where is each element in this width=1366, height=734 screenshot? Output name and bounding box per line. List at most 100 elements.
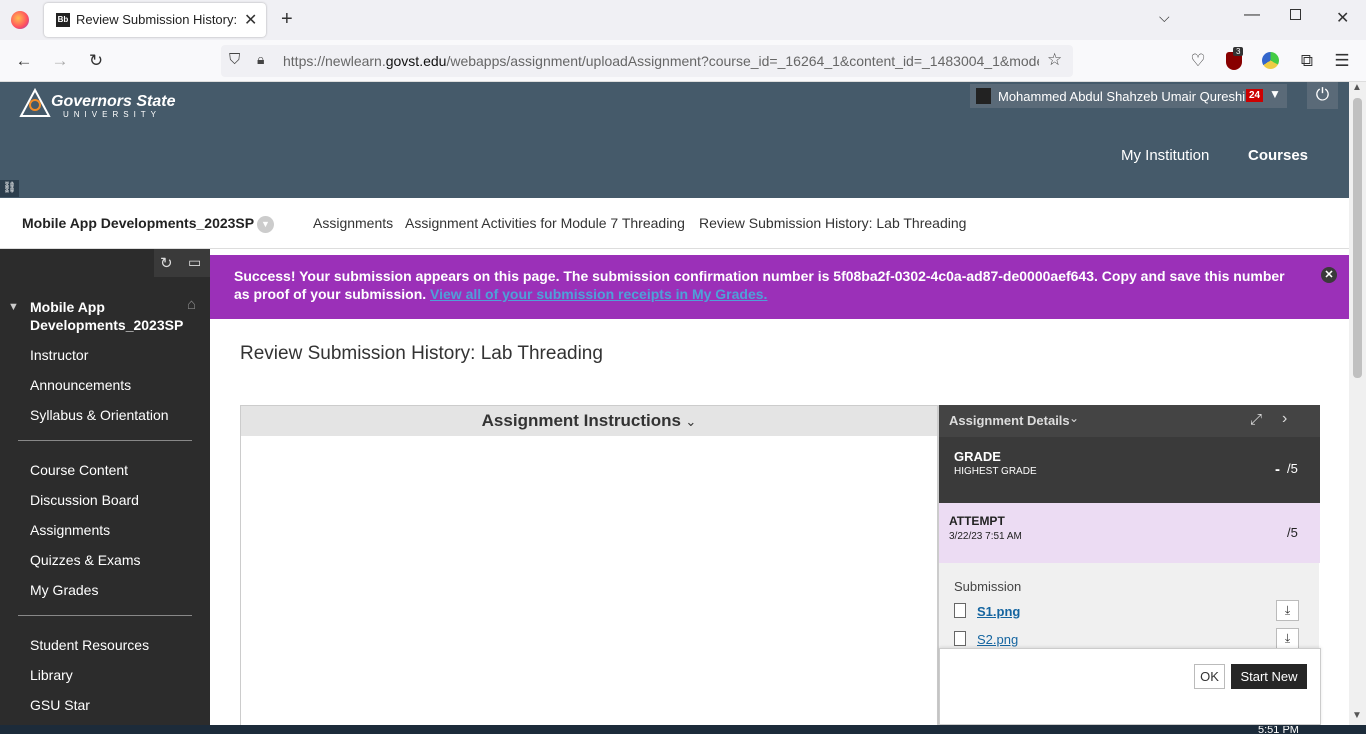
nav-my-institution[interactable]: My Institution <box>1121 147 1209 164</box>
start-new-button[interactable]: Start New <box>1231 664 1307 689</box>
sidebar-course-title[interactable]: Mobile App Developments_2023SP <box>30 298 183 334</box>
sidebar-item-student-resources[interactable]: Student Resources <box>30 637 149 653</box>
user-name: Mohammed Abdul Shahzeb Umair Qureshi <box>998 89 1246 104</box>
sidebar-item-course-content[interactable]: Course Content <box>30 462 128 478</box>
sidebar-item-library[interactable]: Library <box>30 667 73 683</box>
forward-icon[interactable]: → <box>48 51 72 71</box>
browser-tab-active[interactable]: Bb Review Submission History: Lab ✕ <box>44 3 266 37</box>
file-icon <box>954 603 966 618</box>
page-title: Review Submission History: Lab Threading <box>240 343 603 364</box>
caret-down-icon[interactable]: ▼ <box>1269 87 1281 101</box>
file-link-s1[interactable]: S1.png <box>977 604 1020 619</box>
tab-title: Review Submission History: Lab <box>76 12 236 27</box>
file-link-s2[interactable]: S2.png <box>977 632 1018 647</box>
grade-sublabel: HIGHEST GRADE <box>954 466 1037 477</box>
grade-label: GRADE <box>954 449 1001 464</box>
notification-badge[interactable]: 24 <box>1246 89 1264 102</box>
url-bar[interactable]: ⛉ 🔒︎ https://newlearn.govst.edu/webapps/… <box>221 45 1073 77</box>
file-icon <box>954 631 966 646</box>
extensions-puzzle-icon[interactable]: ⧉ <box>1295 51 1319 71</box>
sidebar-item-quizzes[interactable]: Quizzes & Exams <box>30 552 140 568</box>
scroll-up-icon[interactable]: ▲ <box>1352 82 1362 93</box>
taskbar-clock: 5:51 PM <box>1258 726 1299 734</box>
minimize-icon[interactable]: — <box>1244 6 1260 24</box>
attempt-date: 3/22/23 7:51 AM <box>949 531 1022 542</box>
restore-icon[interactable] <box>1290 9 1301 20</box>
download-icon[interactable]: ⤓ <box>1276 600 1299 621</box>
logout-button[interactable]: ⏻ <box>1307 82 1338 109</box>
nav-courses[interactable]: Courses <box>1248 147 1308 164</box>
sidebar-item-gsu-star[interactable]: GSU Star <box>30 697 90 713</box>
user-menu[interactable]: Mohammed Abdul Shahzeb Umair Qureshi 24 … <box>970 84 1287 108</box>
extension-icon[interactable] <box>1262 52 1279 69</box>
attempt-section[interactable]: ATTEMPT 3/22/23 7:51 AM /5 <box>939 503 1320 563</box>
instructions-label[interactable]: Assignment Instructions <box>482 411 681 430</box>
chevron-down-icon[interactable]: ⌄ <box>685 414 696 429</box>
main-content: Review Submission History: Lab Threading… <box>210 249 1349 725</box>
breadcrumb-item-current: Review Submission History: Lab Threading <box>699 215 967 231</box>
close-banner-icon[interactable]: ✕ <box>1321 267 1337 283</box>
sidebar-divider <box>18 440 192 441</box>
collapse-triangle-icon[interactable]: ▼ <box>8 301 19 313</box>
attempt-label: ATTEMPT <box>949 514 1005 528</box>
taskbar: 5:51 PM <box>0 725 1366 734</box>
logo-subtext: UNIVERSITY <box>63 110 162 119</box>
course-menu-icon[interactable]: ▼ <box>257 216 274 233</box>
new-tab-icon[interactable]: + <box>281 8 293 31</box>
instructions-panel: Assignment Instructions ⌄ <box>240 405 938 725</box>
list-tabs-icon[interactable]: ⌵ <box>1159 9 1170 26</box>
grade-max: /5 <box>1287 461 1298 476</box>
back-icon[interactable]: ← <box>12 51 36 71</box>
chevron-right-icon[interactable]: › <box>1282 410 1287 428</box>
sidebar-item-my-grades[interactable]: My Grades <box>30 582 98 598</box>
banner-receipts-link[interactable]: View all of your submission receipts in … <box>430 286 767 302</box>
logo-text[interactable]: Governors State <box>51 93 175 111</box>
instructions-header[interactable]: Assignment Instructions ⌄ <box>241 406 937 436</box>
menu-icon[interactable]: ☰ <box>1330 51 1354 71</box>
sidebar-item-assignments[interactable]: Assignments <box>30 522 110 538</box>
home-icon[interactable]: ⌂ <box>187 296 196 313</box>
sidebar-item-announcements[interactable]: Announcements <box>30 377 131 393</box>
lock-icon[interactable]: 🔒︎ <box>257 51 264 68</box>
grade-value: - <box>1275 461 1280 478</box>
close-window-icon[interactable]: ✕ <box>1336 8 1349 28</box>
shield-icon[interactable]: ⛉ <box>229 51 240 68</box>
sidebar-item-instructor[interactable]: Instructor <box>30 347 88 363</box>
course-menu: ↻ ▭ ▼ Mobile App Developments_2023SP ⌂ I… <box>0 249 210 725</box>
browser-tab-bar: Bb Review Submission History: Lab ✕ + ⌵ … <box>0 0 1366 40</box>
ext-badge: 3 <box>1233 47 1244 56</box>
page-scrollbar[interactable]: ▲ ▼ <box>1349 82 1366 725</box>
browser-nav-bar: ← → ↻ ⛉ 🔒︎ https://newlearn.govst.edu/we… <box>0 40 1366 82</box>
ok-button[interactable]: OK <box>1194 664 1225 689</box>
sidebar-divider <box>18 615 192 616</box>
url-text[interactable]: https://newlearn.govst.edu/webapps/assig… <box>283 53 1039 69</box>
gsu-logo-icon[interactable] <box>19 88 51 118</box>
firefox-icon[interactable] <box>11 11 29 29</box>
avatar <box>976 88 991 104</box>
chevron-down-icon[interactable]: ⌄ <box>1069 411 1079 425</box>
download-icon[interactable]: ⤓ <box>1276 628 1299 649</box>
sidebar-item-syllabus[interactable]: Syllabus & Orientation <box>30 407 169 423</box>
action-bar: OK Start New <box>939 648 1321 725</box>
details-header-label[interactable]: Assignment Details <box>949 413 1070 428</box>
site-header: Governors State UNIVERSITY Mohammed Abdu… <box>0 82 1349 198</box>
submission-label: Submission <box>954 579 1022 594</box>
expand-icon[interactable]: ⤢ <box>1250 411 1262 428</box>
details-panel: Assignment Details ⌄ ⤢ › GRADE HIGHEST G… <box>938 405 1321 725</box>
sidebar-item-discussion-board[interactable]: Discussion Board <box>30 492 139 508</box>
link-icon[interactable]: ⛓ <box>0 180 19 197</box>
reload-icon[interactable]: ↻ <box>84 51 108 71</box>
breadcrumb-course[interactable]: Mobile App Developments_2023SP <box>22 215 254 231</box>
folder-icon[interactable]: ▭ <box>188 254 201 271</box>
refresh-icon[interactable]: ↻ <box>160 254 173 272</box>
pocket-icon[interactable]: ♡ <box>1186 51 1210 71</box>
breadcrumb-item-assignments[interactable]: Assignments <box>313 215 393 231</box>
success-banner: Success! Your submission appears on this… <box>210 255 1349 319</box>
close-tab-icon[interactable]: ✕ <box>244 10 257 30</box>
bookmark-star-icon[interactable]: ☆ <box>1047 50 1062 70</box>
blackboard-favicon: Bb <box>56 13 70 27</box>
scroll-down-icon[interactable]: ▼ <box>1352 710 1362 721</box>
details-header: Assignment Details ⌄ ⤢ › <box>939 405 1320 437</box>
breadcrumb-item-module[interactable]: Assignment Activities for Module 7 Threa… <box>405 215 685 231</box>
scrollbar-thumb[interactable] <box>1353 98 1362 378</box>
